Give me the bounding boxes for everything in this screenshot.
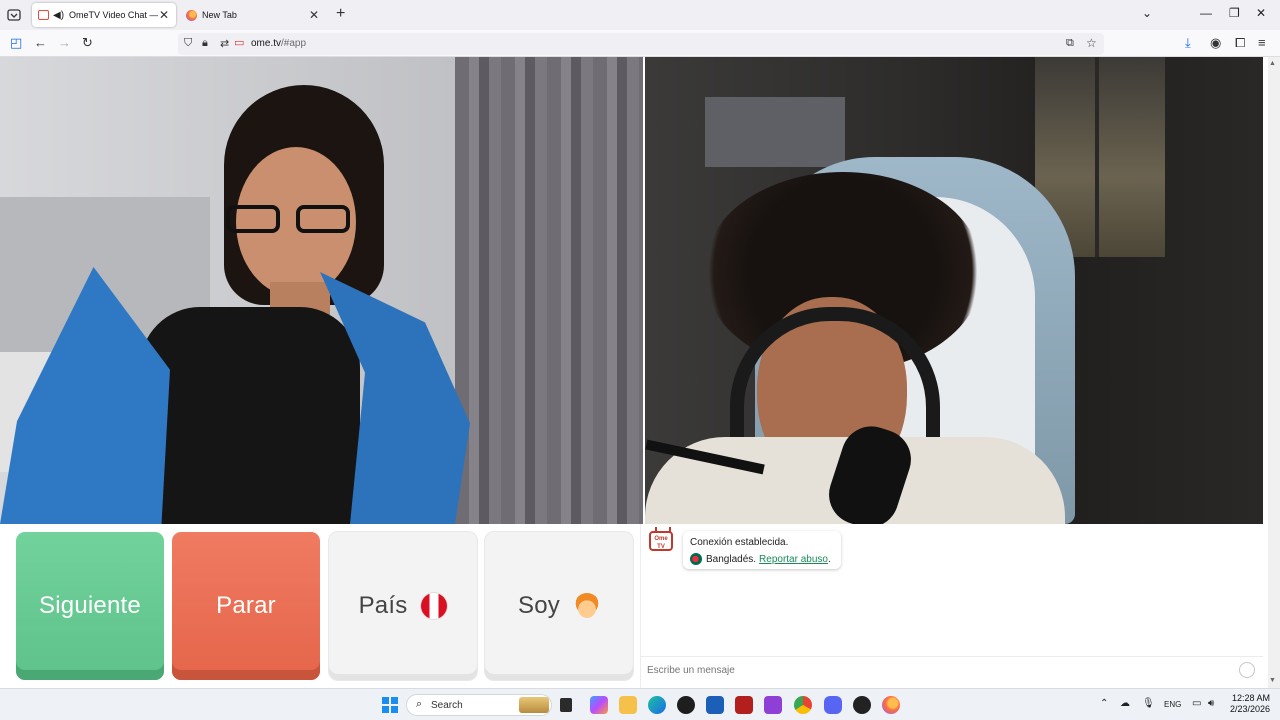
camera-sharing-icon[interactable]: ▭ xyxy=(234,36,244,49)
system-clock[interactable]: 12:28 AM 2/23/2026 xyxy=(1226,693,1270,715)
steam-app-icon[interactable] xyxy=(677,696,695,714)
stranger-country-line: Bangladés. Reportar abuso. xyxy=(690,553,831,565)
ometv-favicon-icon xyxy=(38,10,49,20)
firefox-favicon-icon xyxy=(186,9,197,21)
ometv-app: ▲ ▼ Siguiente Parar País Soy Ome TV Cone… xyxy=(0,57,1280,688)
taskbar-search[interactable]: ⌕ Search xyxy=(406,694,552,716)
microphone-icon[interactable]: 🎙︎ xyxy=(1142,698,1155,709)
emoji-picker-icon[interactable] xyxy=(1239,662,1255,678)
url-text[interactable]: ome.tv/#app xyxy=(251,38,306,49)
back-arrow-icon[interactable]: ← xyxy=(34,35,47,50)
gender-label: Soy xyxy=(518,592,560,619)
scroll-up-arrow-icon[interactable]: ▲ xyxy=(1269,60,1276,67)
audio-playing-icon[interactable]: ◀) xyxy=(53,10,64,21)
obs-icon[interactable] xyxy=(853,696,871,714)
search-label: Search xyxy=(431,700,463,711)
country-filter-button[interactable]: País xyxy=(329,532,477,680)
message-input[interactable] xyxy=(647,661,1227,679)
url-path: /#app xyxy=(281,38,307,49)
address-bar[interactable]: ⛉ 🔒︎ ⇄ ▭ ome.tv/#app ⧉ ☆ xyxy=(178,33,1104,55)
tab-new-tab[interactable]: New Tab ✕ xyxy=(180,3,326,27)
chrome-icon[interactable] xyxy=(794,696,812,714)
windows-taskbar: ⌕ Search ⌃ ☁ 🎙︎ ENG ▭ 🔊︎ 12:28 AM 2/23/2… xyxy=(0,688,1280,720)
language-indicator[interactable]: ENG xyxy=(1164,700,1181,709)
search-icon: ⌕ xyxy=(416,698,423,710)
restore-icon[interactable]: ❐ xyxy=(1229,6,1240,20)
show-hidden-icons-chevron-icon[interactable]: ⌃ xyxy=(1100,698,1108,709)
forward-arrow-icon[interactable]: → xyxy=(58,35,71,50)
report-abuse-link[interactable]: Reportar abuso xyxy=(759,554,828,565)
bookmark-star-icon[interactable]: ☆ xyxy=(1086,36,1097,50)
file-explorer-icon[interactable] xyxy=(619,696,637,714)
gender-select-button[interactable]: Soy xyxy=(485,532,633,680)
stop-label: Parar xyxy=(216,592,276,619)
self-camera-video xyxy=(645,57,1263,524)
picture-in-picture-icon[interactable]: ⧉ xyxy=(1066,37,1074,50)
news-app-icon[interactable] xyxy=(735,696,753,714)
task-view-icon[interactable] xyxy=(560,698,572,712)
menu-hamburger-icon[interactable]: ≡ xyxy=(1258,35,1266,50)
store-icon[interactable] xyxy=(706,696,724,714)
downloads-icon[interactable]: ⤓ xyxy=(1185,35,1191,51)
discord-icon[interactable] xyxy=(824,696,842,714)
cloud-status-icon[interactable]: ☁ xyxy=(1120,698,1130,709)
close-tab-icon[interactable]: ✕ xyxy=(308,8,320,22)
extensions-icon[interactable]: ⧠ xyxy=(1235,35,1245,51)
onenote-icon[interactable] xyxy=(764,696,782,714)
stranger-country-text: Bangladés. xyxy=(706,553,757,565)
boy-emoji-icon xyxy=(573,593,600,619)
new-tab-plus-icon[interactable]: + xyxy=(336,5,345,23)
tab-bar: ◀) OmeTV Video Chat — Ome ✕ New Tab ✕ + … xyxy=(0,0,1280,30)
volume-icon[interactable]: 🔊︎ xyxy=(1208,698,1214,709)
url-host: ome.tv xyxy=(251,38,282,49)
navigation-bar: ◰ ← → ↻ ⛉ 🔒︎ ⇄ ▭ ome.tv/#app ⧉ ☆ ⤓ ◉ ⧠ ≡ xyxy=(0,30,1280,57)
connection-status-text: Conexión establecida. xyxy=(690,537,789,548)
search-highlight-image xyxy=(519,697,549,713)
message-input-row xyxy=(641,656,1263,682)
minimize-icon[interactable]: — xyxy=(1200,6,1212,20)
copilot-icon[interactable] xyxy=(590,696,608,714)
ometv-logo-icon: Ome TV xyxy=(649,531,673,551)
close-window-icon[interactable]: ✕ xyxy=(1256,6,1266,20)
country-label: País xyxy=(358,592,408,619)
report-suffix: . xyxy=(827,553,831,565)
system-message: Conexión establecida. Bangladés. Reporta… xyxy=(683,531,841,569)
stranger-video xyxy=(0,57,643,524)
page-scrollbar[interactable] xyxy=(1268,57,1280,688)
account-icon[interactable]: ◉ xyxy=(1210,35,1221,51)
tab-title: OmeTV Video Chat — Ome xyxy=(69,10,158,20)
scroll-down-arrow-icon[interactable]: ▼ xyxy=(1269,677,1276,684)
clock-time: 12:28 AM xyxy=(1231,693,1270,703)
permissions-icon[interactable]: ⇄ xyxy=(220,37,229,50)
close-tab-icon[interactable]: ✕ xyxy=(158,8,170,22)
chat-panel: Ome TV Conexión establecida. Bangladés. … xyxy=(640,524,1264,688)
lock-icon[interactable]: 🔒︎ xyxy=(202,37,208,50)
stop-button[interactable]: Parar xyxy=(172,532,320,680)
windows-start-icon[interactable] xyxy=(382,697,398,713)
reload-icon[interactable]: ↻ xyxy=(82,35,93,51)
firefox-taskbar-icon[interactable] xyxy=(882,696,900,714)
tab-list-icon[interactable] xyxy=(6,7,22,23)
peru-flag-icon xyxy=(421,593,448,619)
tab-ometv[interactable]: ◀) OmeTV Video Chat — Ome ✕ xyxy=(32,3,176,27)
network-icon[interactable]: ▭ xyxy=(1192,698,1201,709)
tracking-shield-icon[interactable]: ⛉ xyxy=(184,37,192,50)
list-all-tabs-chevron-icon[interactable]: ⌄ xyxy=(1142,6,1152,20)
sidebar-toggle-icon[interactable]: ◰ xyxy=(10,35,22,51)
edge-icon[interactable] xyxy=(648,696,666,714)
next-button[interactable]: Siguiente xyxy=(16,532,164,680)
next-label: Siguiente xyxy=(39,592,141,619)
tab-title: New Tab xyxy=(202,10,237,20)
bangladesh-flag-icon xyxy=(690,553,702,565)
clock-date: 2/23/2026 xyxy=(1229,704,1270,714)
